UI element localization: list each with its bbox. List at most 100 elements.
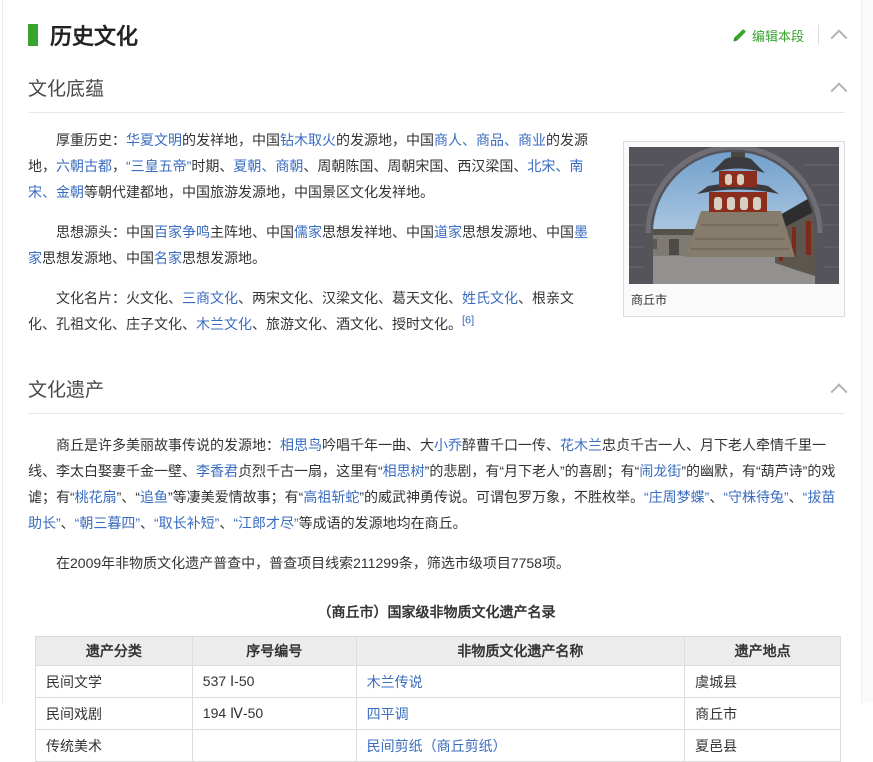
subsection-cultural-legacy: 文化遗产 (28, 375, 848, 414)
page-right-gutter (861, 0, 873, 703)
text-run: 思想发源地、中国 (42, 250, 154, 266)
inline-link[interactable]: 商品 (476, 132, 504, 148)
inline-link[interactable]: 桃花扇 (75, 489, 117, 505)
subsection-divider (28, 112, 845, 113)
text-run: 、 (219, 515, 234, 531)
inline-link[interactable]: “三皇五帝” (126, 158, 191, 174)
inline-link[interactable]: 、 (504, 132, 518, 148)
text-run: 贞烈千古一扇，这里有“ (238, 463, 383, 479)
inline-link[interactable]: 钻木取火 (280, 132, 336, 148)
table-cell (191, 729, 357, 762)
inline-link[interactable]: 商业 (518, 132, 546, 148)
inline-link[interactable]: 、 (261, 158, 275, 174)
text-run: 商丘是许多美丽故事传说的发源地： (56, 437, 280, 453)
inline-link[interactable]: 三商文化 (182, 290, 238, 306)
inline-link[interactable]: 李香君 (196, 463, 238, 479)
table-cell: 民间剪纸（商丘剪纸） (355, 729, 686, 762)
inline-link[interactable]: 金朝 (56, 184, 84, 200)
text-run: 醉曹千口一传、 (462, 437, 560, 453)
inline-link[interactable]: 夏朝 (233, 158, 261, 174)
text-run: 思想发源地、中国 (462, 224, 574, 240)
inline-link[interactable]: 百家争鸣 (154, 224, 210, 240)
inline-link[interactable]: 相思鸟 (280, 437, 322, 453)
edit-section-button[interactable]: 编辑本段 (732, 26, 804, 45)
inline-link[interactable]: 六朝古都 (56, 158, 112, 174)
city-gate-photo (629, 147, 839, 284)
text-run: 传统美术 (46, 737, 102, 754)
green-title-marker (28, 24, 38, 46)
inline-link[interactable]: “朝三暮四” (75, 515, 140, 531)
table-cell: 民间戏剧 (35, 697, 193, 730)
article-image-card[interactable]: 商丘市 (623, 141, 845, 317)
inline-link[interactable]: “取长补短” (154, 515, 219, 531)
inline-link[interactable]: 闹龙街 (639, 463, 681, 479)
inline-link[interactable]: 四平调 (367, 706, 409, 722)
collapse-subsection-icon[interactable] (830, 382, 848, 400)
column-header-location: 遗产地点 (684, 636, 841, 666)
text-run: 537 Ⅰ-50 (202, 673, 255, 689)
table-cell: 537 Ⅰ-50 (191, 665, 357, 698)
inline-link[interactable]: 、 (462, 132, 476, 148)
text-run: ”的威武神勇传说。可谓包罗万象，不胜枚举。 (359, 489, 644, 505)
inline-link[interactable]: 木兰传说 (367, 674, 423, 690)
text-run: 民间戏剧 (46, 705, 102, 722)
collapse-subsection-icon[interactable] (830, 81, 848, 99)
pencil-icon (733, 28, 746, 41)
inline-link[interactable]: 商朝 (275, 158, 303, 174)
inline-link[interactable]: 、 (555, 158, 569, 174)
inline-link[interactable]: “庄周梦蝶” (644, 489, 709, 505)
text-run: 、 (140, 515, 154, 531)
text-run: 194 Ⅳ-50 (202, 705, 264, 721)
inline-link[interactable]: “江郎才尽” (233, 515, 298, 531)
inline-link[interactable]: 名家 (154, 250, 182, 266)
table-title: （商丘市）国家级非物质文化遗产名录 (317, 604, 556, 620)
inline-link[interactable]: 木兰文化 (196, 316, 252, 332)
paragraph-census: 在2009年非物质文化遗产普查中，普查项目线索211299条，筛选市级项目775… (28, 550, 845, 576)
subsection-title: 文化底蕴 (28, 79, 105, 100)
inline-link[interactable]: 追鱼 (140, 489, 168, 505)
collapse-article-icon[interactable] (830, 29, 848, 47)
inline-link[interactable]: 姓氏文化 (462, 290, 518, 306)
inline-link[interactable]: 道家 (434, 224, 462, 240)
subsection-body: 商丘市 厚重历史：华夏文明的发祥地，中国钻木取火的发源地，中国商人、商品、商业的… (28, 127, 845, 351)
text-run: 、 (788, 489, 803, 505)
text-run: 等成语的发源地均在商丘。 (298, 515, 467, 531)
column-header-name: 非物质文化遗产名称 (355, 636, 686, 666)
page-title: 历史文化 (50, 24, 139, 49)
text-run: 的发祥地，中国 (182, 132, 280, 148)
text-run: 主阵地、中国 (210, 224, 294, 240)
inline-link[interactable]: 民间剪纸（商丘剪纸） (367, 738, 507, 754)
text-run: 、旅游文化、酒文化、授时文化。 (252, 316, 462, 332)
text-run: 吟唱千年一曲、大 (322, 437, 434, 453)
inline-link[interactable]: 高祖斩蛇 (303, 489, 359, 505)
edit-section-label: 编辑本段 (751, 28, 804, 44)
inline-link[interactable]: 、 (42, 184, 56, 200)
section-header: 历史文化 编辑本段 (28, 20, 848, 50)
inline-link[interactable]: 儒家 (294, 224, 322, 240)
inline-link[interactable]: 商人 (434, 132, 462, 148)
text-run: 、周朝陈国、周朝宋国、西汉梁国、 (303, 158, 528, 174)
subsection-culture-heritage: 文化底蕴 (28, 74, 848, 113)
text-run: 厚重历史： (56, 132, 126, 148)
table-cell: 194 Ⅳ-50 (191, 697, 357, 730)
table-cell: 木兰传说 (355, 665, 686, 698)
inline-link[interactable]: 花木兰 (560, 437, 602, 453)
inline-link[interactable]: 华夏文明 (126, 132, 182, 148)
text-run: 思想源头：中国 (56, 224, 154, 240)
inline-link[interactable]: “守株待兔” (723, 489, 788, 505)
column-header-category: 遗产分类 (35, 636, 193, 666)
inline-link[interactable]: 小乔 (434, 437, 462, 453)
table-cell: 夏邑县 (684, 729, 841, 762)
inline-link[interactable]: 相思树 (383, 463, 425, 479)
reference-link[interactable]: [6] (462, 314, 474, 326)
table-row: 传统美术 民间剪纸（商丘剪纸） 夏邑县 (35, 729, 841, 762)
reference-sup: [6] (462, 314, 474, 326)
text-run: 思想发祥地、中国 (322, 224, 434, 240)
text-run: 时期、 (191, 158, 234, 174)
text-run: 、 (709, 489, 724, 505)
inline-link[interactable]: 北宋 (527, 158, 555, 174)
text-run: ”、“ (116, 489, 140, 505)
text-run: 民间文学 (46, 673, 102, 690)
header-divider (818, 25, 819, 45)
table-cell: 传统美术 (35, 729, 193, 762)
